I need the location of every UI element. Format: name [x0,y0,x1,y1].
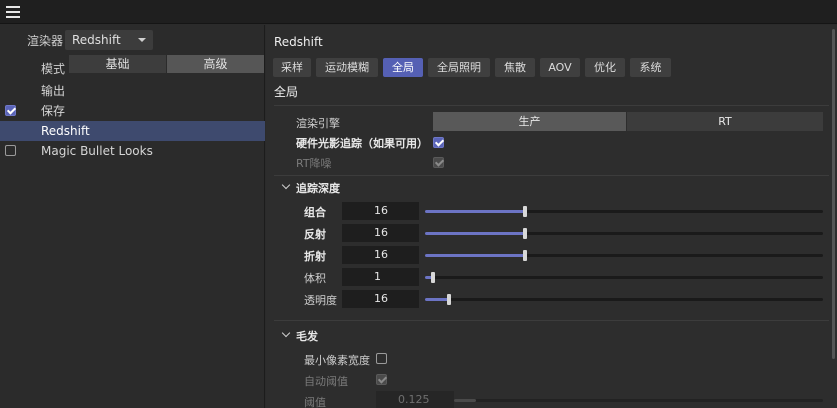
top-bar [0,0,837,24]
tab-global-illumination[interactable]: 全局照明 [428,58,490,77]
section-title: 全局 [274,85,299,99]
divider [274,175,829,176]
list-item-label: 输出 [41,84,66,98]
renderer-label: 渲染器 [27,34,64,48]
hair-group-title: 毛发 [296,330,318,343]
trace-refraction-slider[interactable] [425,250,823,261]
min-pixel-width-label: 最小像素宽度 [304,354,370,367]
magic-bullet-checkbox[interactable] [5,145,16,156]
render-settings-sidebar: 渲染器 Redshift 模式 基础 高级 输出 保存 Redshift Mag… [0,25,265,408]
trace-label: 折射 [304,250,326,263]
scrollbar[interactable] [829,25,837,408]
renderer-dropdown-value: Redshift [72,33,121,47]
trace-combined-slider[interactable] [425,206,823,217]
trace-label: 反射 [304,228,326,241]
threshold-input: 0.125 [376,391,454,408]
auto-threshold-checkbox [376,374,387,385]
threshold-slider [454,399,823,402]
trace-depth-group-title: 追踪深度 [296,182,340,195]
trace-volume-slider[interactable] [425,272,823,283]
threshold-label: 阈值 [304,396,326,408]
trace-transparency-slider[interactable] [425,294,823,305]
tab-sampling[interactable]: 采样 [273,58,311,77]
trace-label: 体积 [304,272,326,285]
divider [274,105,829,106]
tab-caustics[interactable]: 焦散 [495,58,535,77]
mode-label: 模式 [41,62,66,76]
tab-system[interactable]: 系统 [630,58,671,77]
min-pixel-width-checkbox[interactable] [376,353,387,364]
hardware-rt-label: 硬件光影追踪（如果可用） [296,137,428,150]
panel-title: Redshift [274,35,323,49]
rt-denoise-label: RT降噪 [296,157,332,170]
scrollbar-thumb[interactable] [832,29,835,359]
trace-transparency-input[interactable]: 16 [342,290,419,308]
engine-production-button[interactable]: 生产 [433,112,626,131]
mode-basic-button[interactable]: 基础 [69,55,166,73]
tab-motion-blur[interactable]: 运动模糊 [316,58,378,77]
divider [274,320,829,321]
chevron-down-icon[interactable] [281,180,291,190]
tab-global[interactable]: 全局 [383,58,423,77]
trace-reflection-slider[interactable] [425,228,823,239]
trace-refraction-input[interactable]: 16 [342,246,419,264]
list-item-redshift[interactable]: Redshift [0,121,265,141]
list-item-label: Magic Bullet Looks [41,144,153,158]
trace-combined-input[interactable]: 16 [342,202,419,220]
tab-aov[interactable]: AOV [540,58,580,77]
list-item-magic-bullet-looks[interactable]: Magic Bullet Looks [0,141,265,161]
engine-rt-button[interactable]: RT [627,112,823,131]
rt-denoise-checkbox [433,157,444,168]
mode-advanced-button[interactable]: 高级 [167,55,264,73]
list-item-output[interactable]: 输出 [0,81,265,101]
list-item-label: Redshift [41,124,90,138]
trace-label: 透明度 [304,294,337,307]
save-checkbox[interactable] [5,105,16,116]
chevron-down-icon[interactable] [281,328,291,338]
trace-volume-input[interactable]: 1 [342,268,419,286]
renderer-dropdown[interactable]: Redshift [65,30,153,50]
trace-reflection-input[interactable]: 16 [342,224,419,242]
list-item-save[interactable]: 保存 [0,101,265,121]
list-item-label: 保存 [41,104,66,118]
auto-threshold-label: 自动阈值 [304,375,348,388]
chevron-down-icon [138,38,146,42]
tab-optimization[interactable]: 优化 [585,58,625,77]
render-engine-label: 渲染引擎 [296,117,340,130]
hardware-rt-checkbox[interactable] [433,137,444,148]
renderer-row: 渲染器 Redshift [0,28,265,50]
hamburger-menu-icon[interactable] [6,6,20,18]
settings-list: 输出 保存 Redshift Magic Bullet Looks [0,81,265,161]
trace-label: 组合 [304,206,326,219]
redshift-settings-panel: Redshift 采样 运动模糊 全局 全局照明 焦散 AOV 优化 系统 全局… [266,25,837,408]
